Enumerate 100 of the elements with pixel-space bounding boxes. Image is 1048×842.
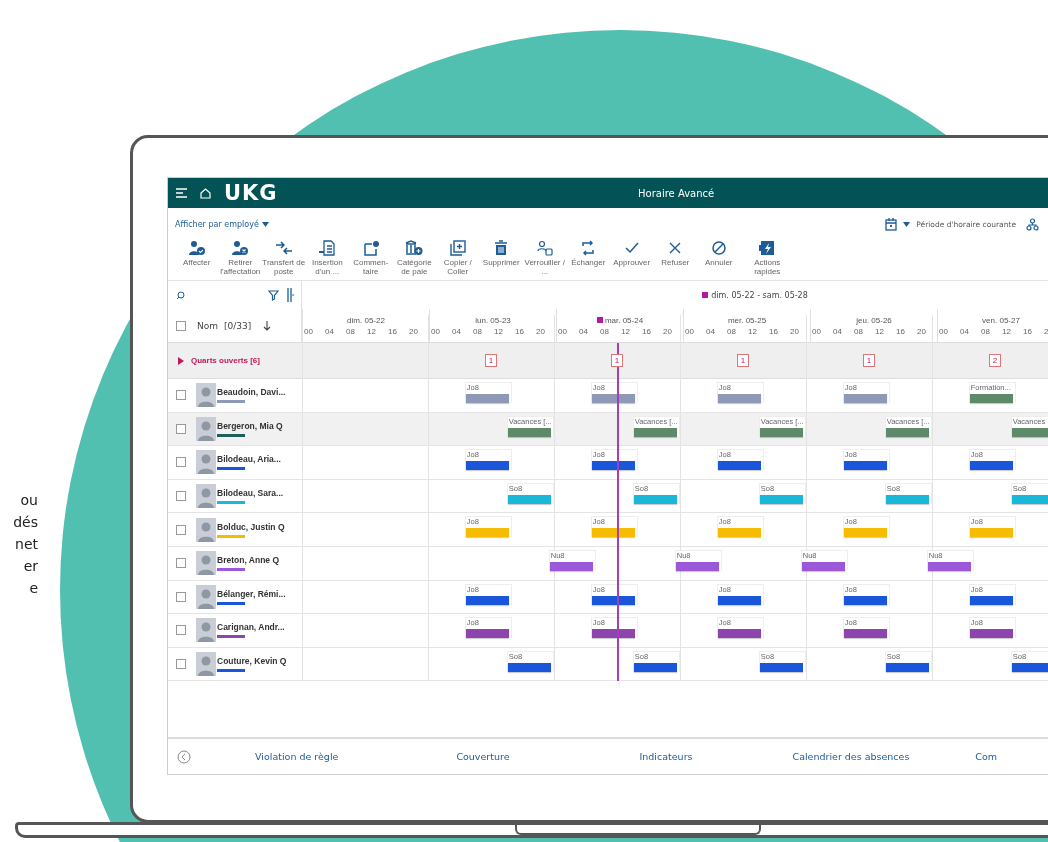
week-marker-icon bbox=[702, 292, 709, 298]
avatar-placeholder bbox=[196, 618, 216, 643]
menu-icon[interactable] bbox=[176, 188, 187, 198]
day-label: mar. 05-24 bbox=[604, 315, 644, 325]
row-checkbox[interactable] bbox=[176, 591, 186, 602]
day-label: mer. 05-25 bbox=[727, 315, 767, 325]
hour-label: 16 bbox=[514, 326, 525, 336]
toolbar-button[interactable]: Annuler bbox=[697, 240, 741, 276]
hour-label: 16 bbox=[387, 326, 398, 336]
hour-label: 00 bbox=[557, 326, 568, 336]
hour-label: 00 bbox=[684, 326, 695, 336]
hour-label: 08 bbox=[980, 326, 991, 336]
toolbar-button[interactable]: Commen-taire bbox=[349, 240, 393, 276]
open-shift-count[interactable]: 1 bbox=[736, 354, 750, 367]
view-selector[interactable]: Afficher par employé bbox=[175, 219, 269, 229]
row-checkbox[interactable] bbox=[176, 390, 186, 401]
open-shifts-label[interactable]: Quarts ouverts [6] bbox=[191, 356, 260, 365]
open-shift-count[interactable]: 2 bbox=[988, 354, 1002, 367]
text-fragment: net bbox=[15, 535, 38, 554]
hour-label: 12 bbox=[747, 326, 758, 336]
logo: UKG bbox=[224, 181, 278, 205]
open-shift-count[interactable]: 1 bbox=[610, 354, 624, 367]
row-checkbox[interactable] bbox=[176, 423, 186, 434]
employee-name[interactable]: Carignan, Andr... bbox=[217, 622, 285, 633]
employee-name[interactable]: Bolduc, Justin Q bbox=[217, 521, 285, 532]
employee-name[interactable]: Bilodeau, Sara... bbox=[217, 488, 284, 499]
footer-tab[interactable]: Violation de règle bbox=[255, 751, 339, 762]
hour-label: 12 bbox=[1001, 326, 1012, 336]
toolbar-button[interactable]: Refuser bbox=[653, 240, 697, 276]
cancel-icon bbox=[709, 240, 728, 256]
toolbar-button[interactable]: Copier / Coller bbox=[436, 240, 480, 276]
filter-icon[interactable] bbox=[268, 289, 279, 301]
column-toggle-icon[interactable] bbox=[287, 288, 295, 302]
employee-name[interactable]: Breton, Anne Q bbox=[217, 555, 280, 566]
hour-label: 16 bbox=[641, 326, 652, 336]
employee-name[interactable]: Couture, Kevin Q bbox=[217, 656, 287, 667]
row-checkbox[interactable] bbox=[176, 625, 186, 636]
search-icon[interactable] bbox=[176, 290, 185, 300]
hour-label: 00 bbox=[430, 326, 441, 336]
copy-icon bbox=[448, 240, 467, 256]
row-checkbox[interactable] bbox=[176, 491, 186, 502]
avatar-placeholder bbox=[196, 416, 216, 441]
toolbar-button[interactable]: Insertion d'un ... bbox=[305, 240, 349, 276]
row-checkbox[interactable] bbox=[176, 524, 186, 535]
hour-label: 20 bbox=[408, 326, 419, 336]
avatar-placeholder bbox=[196, 551, 216, 576]
text-fragment: ou bbox=[20, 491, 38, 510]
hour-label: 04 bbox=[705, 326, 716, 336]
employee-name[interactable]: Bergeron, Mia Q bbox=[217, 420, 283, 431]
open-shift-count[interactable]: 1 bbox=[484, 354, 498, 367]
footer-tab[interactable]: Com bbox=[975, 751, 998, 762]
week-range: dim. 05-22 - sam. 05-28 bbox=[711, 290, 808, 300]
footer-tab[interactable]: Indicateurs bbox=[639, 751, 693, 762]
toolbar-button[interactable]: Retirer l'affectation bbox=[218, 240, 262, 276]
hour-label: 16 bbox=[1022, 326, 1033, 336]
select-all-checkbox[interactable] bbox=[176, 320, 186, 331]
toolbar-button[interactable]: Actions rapides bbox=[745, 240, 789, 276]
day-label: ven. 05-27 bbox=[982, 315, 1020, 325]
column-header[interactable]: Nom bbox=[197, 320, 218, 331]
toolbar-button[interactable]: Verrouiller / ... bbox=[523, 240, 567, 276]
toolbar-button[interactable]: Supprimer bbox=[479, 240, 523, 276]
selection-count: [0/33] bbox=[224, 320, 252, 331]
open-shift-count[interactable]: 1 bbox=[862, 354, 876, 367]
open-shifts-row[interactable]: Quarts ouverts [6] 1 1 1 1 2 bbox=[168, 343, 1048, 379]
row-checkbox[interactable] bbox=[176, 659, 186, 670]
hierarchy-icon[interactable] bbox=[1026, 217, 1039, 231]
employee-name[interactable]: Bélanger, Rémi... bbox=[217, 588, 286, 599]
avatar-placeholder bbox=[196, 584, 216, 609]
hour-label: 04 bbox=[324, 326, 335, 336]
row-checkbox[interactable] bbox=[176, 457, 186, 468]
assign-icon bbox=[187, 240, 206, 256]
hour-label: 04 bbox=[451, 326, 462, 336]
hour-label: 04 bbox=[959, 326, 970, 336]
day-label: dim. 05-22 bbox=[347, 315, 385, 325]
avatar-placeholder bbox=[196, 450, 216, 475]
hour-label: 12 bbox=[493, 326, 504, 336]
avatar-placeholder bbox=[196, 652, 216, 677]
hour-label: 04 bbox=[832, 326, 843, 336]
hour-label: 12 bbox=[366, 326, 377, 336]
home-icon[interactable] bbox=[200, 187, 211, 199]
sort-arrow-icon[interactable] bbox=[263, 320, 272, 331]
hour-label: 16 bbox=[895, 326, 906, 336]
hour-label: 08 bbox=[345, 326, 356, 336]
calendar-icon[interactable] bbox=[885, 217, 898, 231]
employee-name[interactable]: Beaudoin, Davi... bbox=[217, 387, 286, 398]
toolbar-button[interactable]: Catégorie de paie bbox=[392, 240, 436, 276]
employee-name[interactable]: Bilodeau, Aria... bbox=[217, 454, 281, 465]
unassign-icon bbox=[231, 240, 250, 256]
toolbar-button[interactable]: Approuver bbox=[610, 240, 654, 276]
caret-icon[interactable] bbox=[903, 221, 911, 227]
hour-label: 20 bbox=[789, 326, 800, 336]
toolbar-button[interactable]: Affecter bbox=[175, 240, 219, 276]
footer-tab[interactable]: Calendrier des absences bbox=[792, 751, 910, 762]
toolbar-button[interactable]: Échanger bbox=[566, 240, 610, 276]
row-checkbox[interactable] bbox=[176, 558, 186, 569]
footer-tab[interactable]: Couverture bbox=[456, 751, 510, 762]
toolbar-button[interactable]: Transfert de poste bbox=[262, 240, 306, 276]
expand-arrow-icon[interactable] bbox=[178, 356, 184, 365]
hour-label: 08 bbox=[472, 326, 483, 336]
hour-label: 12 bbox=[620, 326, 631, 336]
